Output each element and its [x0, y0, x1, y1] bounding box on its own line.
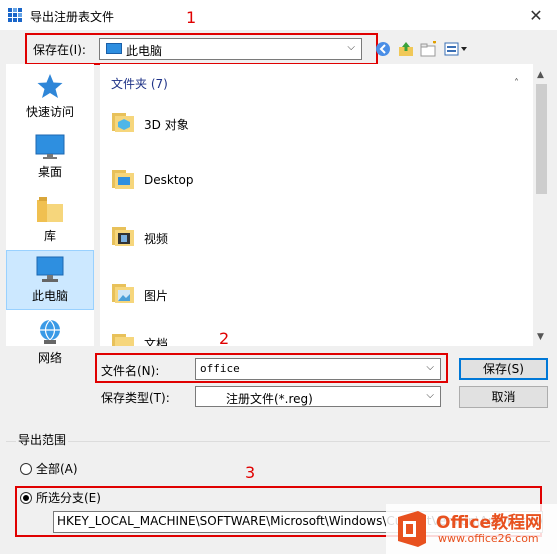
save-in-label: 保存在(I): — [33, 43, 86, 57]
list-item[interactable]: 文档 — [100, 332, 533, 346]
file-name-label: 文件名(N): — [101, 364, 160, 378]
list-item-name: 文档 — [144, 337, 169, 346]
new-folder-icon[interactable] — [420, 40, 438, 58]
office-logo-icon — [398, 511, 426, 547]
save-in-dropdown[interactable]: 此电脑 ⌵ — [99, 38, 362, 60]
scroll-up-icon[interactable]: ▲ — [537, 70, 544, 80]
file-name-input[interactable]: office ⌵ — [195, 358, 441, 380]
sidebar-item-label: 快速访问 — [25, 105, 74, 119]
scrollbar-thumb[interactable] — [536, 84, 547, 194]
computer-icon — [36, 256, 64, 282]
group-divider — [6, 441, 550, 442]
library-icon — [37, 197, 63, 222]
sidebar-item-label: 桌面 — [37, 165, 62, 179]
video-folder-icon — [112, 227, 134, 247]
cancel-button[interactable]: 取消 — [459, 386, 548, 408]
places-sidebar: 快速访问 桌面 库 此电脑 网络 — [6, 64, 94, 365]
file-name-value: office — [200, 362, 240, 375]
collapse-icon[interactable]: ˄ — [514, 78, 519, 89]
sidebar-item-this-pc[interactable]: 此电脑 — [6, 250, 94, 310]
chevron-down-icon: ⌵ — [426, 362, 434, 373]
list-item[interactable]: Desktop — [100, 165, 533, 195]
registry-editor-icon — [8, 8, 22, 22]
export-range-label: 导出范围 — [16, 431, 69, 448]
watermark-url: www.office26.com — [438, 532, 539, 545]
sidebar-item-library[interactable]: 库 — [6, 192, 94, 248]
close-button[interactable]: ✕ — [515, 0, 557, 30]
3d-objects-icon — [112, 113, 134, 133]
list-item[interactable]: 视频 — [100, 222, 533, 252]
sidebar-item-label: 库 — [43, 229, 56, 243]
radio-selected-label: 所选分支(E) — [36, 491, 101, 505]
file-type-dropdown[interactable]: 注册文件(*.reg) ⌵ — [195, 386, 441, 407]
list-item[interactable]: 图片 — [100, 279, 533, 309]
star-icon — [37, 74, 63, 98]
save-button[interactable]: 保存(S) — [459, 358, 548, 380]
list-item-name: Desktop — [144, 173, 194, 187]
sidebar-item-desktop[interactable]: 桌面 — [6, 130, 94, 186]
window-title: 导出注册表文件 — [30, 10, 115, 24]
list-item-name: 图片 — [144, 289, 169, 303]
radio-circle — [20, 462, 32, 475]
save-in-value: 此电脑 — [126, 44, 163, 58]
desktop-icon — [35, 134, 65, 159]
radio-all-label: 全部(A) — [36, 462, 78, 476]
group-header: 文件夹 (7) — [111, 77, 168, 91]
annotation-label-3: 3 — [245, 463, 256, 482]
file-type-label: 保存类型(T): — [101, 391, 170, 405]
desktop-folder-icon — [112, 170, 134, 190]
annotation-label-2: 2 — [219, 329, 230, 348]
up-folder-icon[interactable] — [397, 40, 415, 58]
documents-folder-icon — [112, 334, 134, 346]
radio-all[interactable]: 全部(A) — [20, 460, 78, 477]
view-menu-icon[interactable] — [444, 40, 470, 58]
chevron-down-icon: ⌵ — [426, 390, 434, 401]
file-list: 文件夹 (7) ˄ 3D 对象 Desktop 视频 图片 文档 — [100, 64, 533, 346]
vertical-scrollbar[interactable]: ▲ ▼ — [533, 64, 550, 346]
back-icon[interactable] — [374, 40, 392, 58]
pictures-folder-icon — [112, 284, 134, 304]
sidebar-item-label: 网络 — [37, 351, 62, 365]
scroll-down-icon[interactable]: ▼ — [537, 332, 544, 342]
chevron-down-icon: ⌵ — [347, 42, 355, 53]
radio-circle — [20, 491, 32, 504]
annotation-label-1: 1 — [186, 8, 197, 27]
list-item[interactable]: 3D 对象 — [100, 108, 533, 138]
sidebar-item-network[interactable]: 网络 — [6, 316, 94, 372]
radio-selected-branch[interactable]: 所选分支(E) — [20, 489, 101, 506]
computer-icon — [106, 43, 122, 54]
file-type-value: 注册文件(*.reg) — [226, 392, 313, 406]
sidebar-item-label: 此电脑 — [31, 289, 68, 303]
close-icon: ✕ — [529, 5, 543, 25]
watermark: Office教程网 www.office26.com — [386, 504, 557, 554]
list-item-name: 3D 对象 — [144, 118, 189, 132]
sidebar-item-quick-access[interactable]: 快速访问 — [6, 68, 94, 124]
network-icon — [40, 319, 60, 344]
watermark-brand: Office教程网 — [436, 513, 543, 533]
list-item-name: 视频 — [144, 232, 169, 246]
